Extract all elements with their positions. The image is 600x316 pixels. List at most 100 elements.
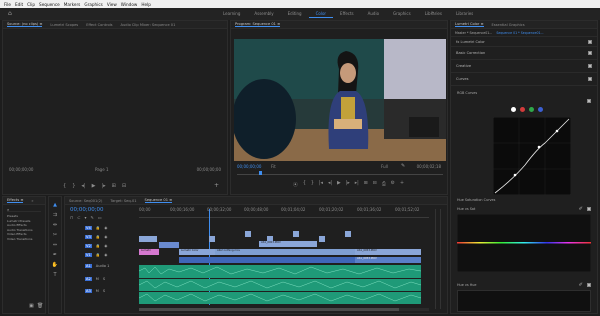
program-add-button[interactable]: + [400,181,404,188]
hue-vs-hue-toggle[interactable] [587,283,591,287]
eye-icon[interactable]: ◉ [104,244,107,248]
track-label-v4[interactable]: V4 [85,225,92,230]
video-clip[interactable] [159,242,179,248]
workspace-tab-effects[interactable]: Effects [333,10,361,18]
menu-window[interactable]: Window [121,2,138,7]
hue-vs-hue-graph[interactable] [457,290,591,312]
linked-selection-icon[interactable]: ⊂ [77,215,80,220]
eye-icon[interactable]: ◉ [104,226,107,230]
program-step-back-button[interactable]: ◂| [328,181,332,188]
solo-icon[interactable]: S [103,289,105,293]
track-select-tool-icon[interactable]: ⇉ [53,212,57,218]
eye-icon[interactable]: ◉ [104,253,107,257]
add-marker-icon[interactable]: ▾ [84,215,86,220]
workspace-tab-assembly[interactable]: Assembly [247,10,280,18]
video-clip[interactable] [319,236,325,242]
workspace-overflow-button[interactable]: » [431,10,434,16]
workspace-tab-learning[interactable]: Learning [216,10,247,18]
program-fit-select[interactable]: Fit [271,164,276,169]
workspace-tab-audio[interactable]: Audio [361,10,386,18]
tab-effects[interactable]: Effects ≡ [7,198,24,203]
lock-icon[interactable]: 🔒 [96,244,100,248]
tab-source[interactable]: Source: (no clips) ≡ [7,22,43,27]
slip-tool-icon[interactable]: ⇔ [53,242,57,248]
hue-vs-sat-toggle[interactable] [587,207,591,211]
video-clip[interactable] [245,231,251,237]
timeline-ruler[interactable]: 00;00 00;00;16;00 00;00;32;00 00;00;48;0… [139,207,429,218]
new-bin-icon[interactable]: ▣ [29,303,34,309]
timeline-scrollbar[interactable] [139,308,429,311]
basic-correction-toggle[interactable] [588,51,592,55]
home-icon[interactable]: ⌂ [8,10,12,17]
eye-icon[interactable]: ◉ [104,235,107,239]
program-step-forward-button[interactable]: |▸ [346,181,350,188]
rgb-curve-graph[interactable] [493,117,571,195]
source-add-button-icon[interactable]: + [214,182,219,189]
audio-track-a1-waveform[interactable] [139,265,421,305]
selection-tool-icon[interactable]: ▲ [53,202,57,208]
program-export-frame-button[interactable]: ⎙ [382,181,386,188]
effects-folder-video-transitions[interactable]: Video Transitions [7,237,41,242]
menu-help[interactable]: Help [141,2,151,7]
program-settings-button[interactable]: ⚙ [391,181,395,188]
rgb-curves-toggle[interactable] [587,99,591,103]
timeline-tracks[interactable]: AS1_0003.MOV Lumetri Lumetri Color Alb2 … [139,223,429,309]
section-curves[interactable]: Curves [456,77,468,81]
section-basic-correction[interactable]: Basic Correction [456,51,485,55]
effects-search-icon[interactable]: ⌕ [7,207,41,212]
source-mark-in-button[interactable]: { [63,183,66,189]
curve-channel-red[interactable] [520,107,525,112]
timeline-timecode[interactable]: 00;00;00;00 [70,207,104,213]
eyedropper-icon[interactable]: ✐ [579,206,583,212]
ripple-edit-tool-icon[interactable]: ⇹ [53,222,57,228]
eyedropper-icon-2[interactable]: ✐ [579,282,583,288]
menu-edit[interactable]: Edit [15,2,23,7]
program-lift-button[interactable]: ⊞ [364,181,368,188]
menu-graphics[interactable]: Graphics [84,2,103,7]
program-extract-button[interactable]: ⊟ [373,181,377,188]
program-playhead[interactable] [259,171,262,175]
source-overwrite-button[interactable]: ⊟ [122,183,126,189]
lock-icon[interactable]: 🔒 [96,226,100,230]
source-step-back-button[interactable]: ◂| [81,183,85,189]
caption-icon[interactable]: ▭ [98,215,102,220]
tab-overflow[interactable]: » [31,199,33,203]
lumetri-master-clip[interactable]: Master * Sequence01... [455,31,492,35]
timeline-scroll-thumb[interactable] [139,308,399,311]
menu-file[interactable]: File [4,2,11,7]
wrench-icon[interactable]: ✎ [401,163,405,169]
lumetri-fx-toggle[interactable] [588,39,592,44]
source-play-button[interactable]: ▶ [92,183,96,189]
video-clip[interactable] [209,236,215,242]
tab-timeline-source[interactable]: Source: Seq001(2) [69,199,102,203]
source-mark-out-button[interactable]: } [72,183,75,189]
menu-sequence[interactable]: Sequence [39,2,60,7]
track-label-a3[interactable]: A3 [85,289,92,293]
program-quality-select[interactable]: Full [381,164,388,169]
video-clip-label[interactable]: Lumetri Color [179,249,215,255]
menu-markers[interactable]: Markers [64,2,81,7]
menu-view[interactable]: View [107,2,117,7]
tab-essential-graphics[interactable]: Essential Graphics [492,23,525,27]
program-go-out-button[interactable]: ▸| [355,181,359,188]
creative-toggle[interactable] [588,64,592,68]
tab-timeline-target[interactable]: Target: Seq-01 [110,199,136,203]
lock-icon[interactable]: 🔒 [96,235,100,239]
video-clip[interactable] [293,231,299,237]
workspace-tab-libraries-2[interactable]: Libraries [449,10,480,18]
track-label-v3[interactable]: V3 [85,234,92,239]
workspace-tab-color[interactable]: Color [308,10,334,18]
solo-icon[interactable]: S [103,277,105,281]
adjustment-clip-lumetri[interactable]: Lumetri [139,249,159,255]
lock-icon[interactable]: 🔒 [96,253,100,257]
section-creative[interactable]: Creative [456,64,471,68]
curves-toggle[interactable] [588,77,592,81]
program-title[interactable]: Program: Sequence 01 ≡ [235,22,281,27]
lumetri-sequence-clip[interactable]: Sequence 01 * Sequence01... [496,31,543,35]
program-go-in-button[interactable]: |◂ [319,181,323,188]
workspace-tab-graphics[interactable]: Graphics [386,10,418,18]
track-label-a2[interactable]: A2 [85,277,92,281]
pen-tool-icon[interactable]: ✒ [53,252,57,258]
razor-tool-icon[interactable]: ✂ [53,232,57,238]
track-label-v1[interactable]: V1 [85,252,92,257]
